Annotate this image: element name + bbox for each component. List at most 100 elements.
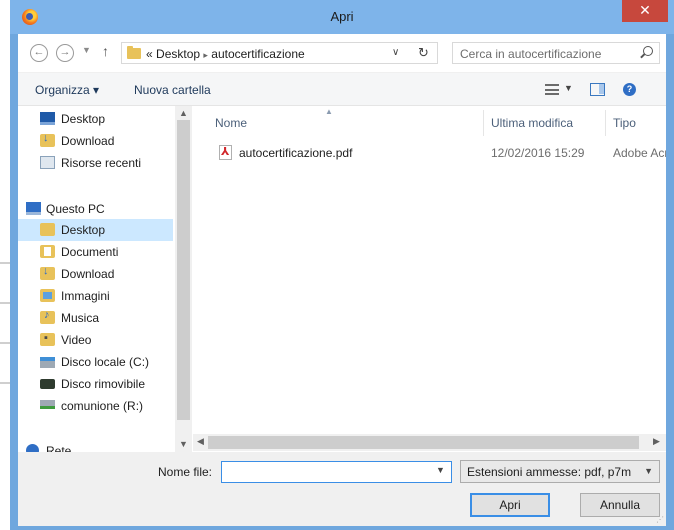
nav-item-download[interactable]: Download [18,130,173,152]
nav-item-video[interactable]: Video [18,329,173,351]
scrollbar-thumb[interactable] [177,120,190,420]
breadcrumb: « Desktop ▸ autocertificazione [146,47,305,61]
nav-item-network[interactable]: Rete [18,440,173,452]
open-file-dialog: Apri ✕ ← → ▼ ↑ « Desktop ▸ autocertifica… [10,0,674,530]
file-name: autocertificazione.pdf [239,146,353,160]
nav-item-recent-places[interactable]: Risorse recenti [18,152,173,174]
search-input[interactable]: Cerca in autocertificazione [452,42,660,64]
filename-history-dropdown[interactable]: ▼ [436,465,445,475]
refresh-icon[interactable]: ↻ [418,45,429,61]
nav-item-label: Documenti [61,245,119,259]
file-modified: 12/02/2016 15:29 [491,146,585,160]
navigation-scrollbar[interactable]: ▲ ▼ [175,106,192,452]
close-button[interactable]: ✕ [622,0,668,22]
recent-locations-dropdown[interactable]: ▼ [82,45,91,55]
video-folder-icon [40,332,55,346]
column-header-type[interactable]: Tipo [613,116,636,130]
nav-item-label: Desktop [61,223,106,237]
nav-item-pc-download[interactable]: Download [18,263,173,285]
nav-item-pc-desktop[interactable]: Desktop [18,219,173,241]
open-button[interactable]: Apri [470,493,550,517]
music-folder-icon [40,309,55,324]
download-folder-icon [40,265,55,280]
address-dropdown-icon[interactable]: ∨ [392,47,399,58]
nav-item-removable-disk[interactable]: Disco rimovibile [18,373,173,395]
file-row[interactable]: autocertificazione.pdf 12/02/2016 15:29 … [193,142,666,164]
column-header-name[interactable]: Nome [215,116,247,130]
download-folder-icon [40,132,55,147]
nav-item-label: comunione (R:) [61,399,144,413]
change-view-icon[interactable] [545,84,559,95]
preview-pane-icon[interactable] [590,83,605,96]
column-divider[interactable] [483,110,484,136]
organize-button[interactable]: Organizza ▾ [35,83,99,97]
scroll-right-icon[interactable]: ▶ [653,436,660,447]
command-bar: Organizza ▾ Nuova cartella ▼ ? [18,72,666,106]
column-header-modified[interactable]: Ultima modifica [491,116,573,130]
resize-grip-icon[interactable]: ⋰ [656,515,664,524]
new-folder-button[interactable]: Nuova cartella [134,83,211,97]
column-divider[interactable] [605,110,606,136]
nav-item-label: Desktop [61,112,106,126]
back-button[interactable]: ← [30,44,48,62]
filename-label: Nome file: [158,465,213,479]
file-list: Nome ▲ Ultima modifica Tipo autocertific… [193,106,666,436]
cancel-button[interactable]: Annulla [580,493,660,517]
help-icon[interactable]: ? [623,83,636,96]
horizontal-scrollbar[interactable]: ◀ ▶ [193,434,666,451]
navigation-pane: Desktop Download Risorse recenti Questo … [18,106,185,452]
desktop-folder-icon [40,223,55,236]
documents-folder-icon [40,245,55,258]
filetype-selected: Estensioni ammesse: pdf, p7m [467,465,632,479]
pdf-icon [219,145,232,160]
filename-input[interactable] [221,461,452,483]
search-icon[interactable] [643,46,653,56]
breadcrumb-separator-icon[interactable]: ▸ [203,50,208,60]
filetype-select[interactable]: Estensioni ammesse: pdf, p7m ▼ [460,460,660,483]
sort-ascending-icon: ▲ [325,107,333,116]
nav-item-label: Download [61,134,115,148]
nav-item-label: Risorse recenti [61,156,142,170]
scrollbar-thumb[interactable] [208,436,639,449]
recent-places-icon [40,156,55,169]
computer-icon [26,202,41,215]
scroll-up-icon[interactable]: ▲ [179,108,188,118]
address-bar[interactable]: « Desktop ▸ autocertificazione ∨ ↻ [121,42,438,64]
scroll-down-icon[interactable]: ▼ [179,439,188,449]
title-bar[interactable]: Apri ✕ [10,0,674,34]
network-drive-icon [40,400,55,409]
pictures-folder-icon [40,289,55,302]
network-icon [26,444,39,452]
forward-button[interactable]: → [56,44,74,62]
nav-item-documents[interactable]: Documenti [18,241,173,263]
nav-item-network-drive[interactable]: comunione (R:) [18,395,173,417]
nav-item-local-disk[interactable]: Disco locale (C:) [18,351,173,373]
nav-item-label: Disco locale (C:) [61,355,150,369]
nav-item-label: Immagini [61,289,110,303]
nav-item-this-pc[interactable]: Questo PC [18,198,173,220]
view-options-dropdown[interactable]: ▼ [564,83,573,93]
chevron-down-icon: ▼ [644,466,653,476]
breadcrumb-desktop[interactable]: Desktop [156,47,200,61]
address-row: ← → ▼ ↑ « Desktop ▸ autocertificazione ∨… [18,34,666,72]
nav-item-label: Disco rimovibile [61,377,146,391]
nav-item-label: Video [61,333,92,347]
nav-item-label: Musica [61,311,100,325]
nav-item-label: Rete [46,444,72,452]
up-folder-button[interactable]: ↑ [102,43,109,59]
nav-item-music[interactable]: Musica [18,307,173,329]
nav-item-pictures[interactable]: Immagini [18,285,173,307]
window-title: Apri [330,9,354,24]
breadcrumb-autocertificazione[interactable]: autocertificazione [211,47,304,61]
dialog-body: ← → ▼ ↑ « Desktop ▸ autocertificazione ∨… [18,34,666,526]
breadcrumb-overflow[interactable]: « [146,47,153,61]
scroll-left-icon[interactable]: ◀ [197,436,204,447]
file-type: Adobe Acrob [613,146,666,160]
dialog-footer: Nome file: ▼ Estensioni ammesse: pdf, p7… [18,452,666,526]
desktop-icon [40,112,55,125]
nav-item-label: Download [61,267,115,281]
folder-icon [127,46,141,59]
local-disk-icon [40,357,55,368]
nav-item-label: Questo PC [46,202,105,216]
nav-item-desktop[interactable]: Desktop [18,108,173,130]
